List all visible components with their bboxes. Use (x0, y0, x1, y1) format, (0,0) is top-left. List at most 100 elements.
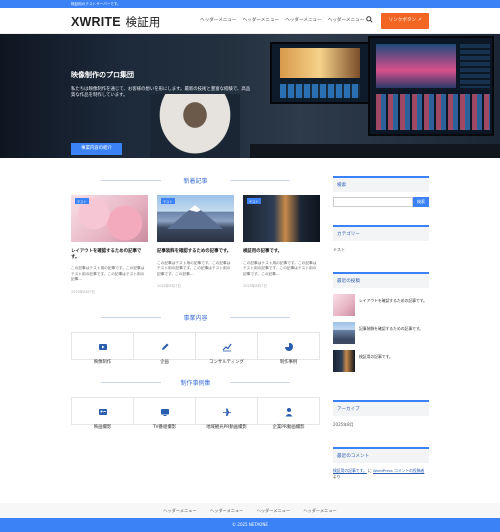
post-title[interactable]: レイアウトを確認するための記事です。 (71, 249, 148, 260)
section-works-title: 制作事例集 (71, 378, 320, 387)
widget-title: カテゴリー (333, 225, 429, 241)
sidebar-search: 検索 検索 (333, 176, 429, 207)
hero-monitor-timeline (280, 84, 360, 98)
works-label: 地域観光PR動画撮影 (206, 425, 247, 430)
hero-monitor-left-screen (280, 48, 360, 78)
pencil-icon (161, 343, 168, 350)
recent-post-title[interactable]: レイアウトを確認するための記事です。 (359, 294, 427, 316)
post-tag[interactable]: テスト (247, 198, 261, 204)
works-list: 映画撮影 TV番組撮影 地域観光PR動画撮影 企業PR動画撮影 (71, 397, 320, 430)
sidebar-recent-posts: 最近の投稿 レイアウトを確認するための記事です。 記事装飾を確認するための記事で… (333, 272, 429, 372)
business-list: 映像制作 企画 コンサルティング 制作事例 (71, 332, 320, 365)
post-excerpt: この記事はテスト用の記事です。この記事はテスト用の記事です。この記事はテスト用の… (157, 260, 231, 276)
recent-post-title[interactable]: 記事装飾を確認するための記事です。 (359, 322, 423, 344)
person-icon (285, 408, 292, 417)
hero-slider: 映像制作のプロ集団 私たちは映像制作を通じて、お客様の想いを形にします。最新の技… (0, 34, 500, 158)
comment-author-link[interactable]: WordPress コメントの投稿者 (373, 468, 424, 473)
post-date: 2025年8月7日 (71, 289, 95, 294)
post-title[interactable]: 検証用の記事です。 (243, 249, 320, 255)
post-list: テスト レイアウトを確認するための記事です。 この記事はテスト用の記事です。この… (71, 195, 320, 295)
post-date: 2025年8月7日 (157, 284, 181, 289)
hero-button[interactable]: 事業内容の紹介 (71, 143, 122, 155)
works-item[interactable]: 企業PR動画撮影 (258, 398, 319, 430)
site-logo[interactable]: XWRITE 検証用 (71, 14, 161, 30)
widget-title: 最近のコメント (333, 447, 429, 463)
airplane-icon (222, 408, 231, 416)
recent-post[interactable]: 記事装飾を確認するための記事です。 (333, 322, 429, 344)
post-thumbnail-cherry[interactable]: テスト (71, 195, 148, 242)
post-excerpt: この記事はテスト用の記事です。この記事はテスト用の記事です。この記事はテスト用の… (71, 266, 145, 282)
post-date: 2025年8月7日 (243, 284, 267, 289)
works-label: 映画撮影 (93, 425, 112, 430)
line-chart-icon (222, 343, 231, 352)
hero-desk (250, 144, 500, 158)
post-excerpt: この記事はテスト用の記事です。この記事はテスト用の記事です。この記事はテスト用の… (243, 260, 317, 276)
works-item[interactable]: 映画撮影 (72, 398, 134, 430)
footer-nav-item[interactable]: ヘッダーメニュー (163, 508, 196, 513)
logo-main: XWRITE (71, 15, 121, 29)
post-card[interactable]: テスト 検証用の記事です。 この記事はテスト用の記事です。この記事はテスト用の記… (243, 195, 320, 295)
works-label: 企業PR動画撮影 (272, 425, 305, 430)
header-nav: ヘッダーメニュー ヘッダーメニュー ヘッダーメニュー ヘッダーメニュー (200, 17, 364, 23)
comment-post-link[interactable]: 検証用の記事です。 (333, 468, 367, 473)
pie-chart-icon (284, 343, 293, 351)
post-card[interactable]: テスト レイアウトを確認するための記事です。 この記事はテスト用の記事です。この… (71, 195, 148, 295)
sidebar-categories: カテゴリー テスト (333, 225, 429, 253)
footer-nav: ヘッダーメニュー ヘッダーメニュー ヘッダーメニュー ヘッダーメニュー (0, 503, 500, 518)
nav-item[interactable]: ヘッダーメニュー (285, 17, 322, 23)
video-icon (98, 344, 107, 350)
site-notice-bar: 検証用のテストサーバーです。 (0, 0, 500, 8)
widget-title: アーカイブ (333, 400, 429, 416)
business-item[interactable]: 映像制作 (72, 333, 134, 365)
footer-nav-item[interactable]: ヘッダーメニュー (210, 508, 243, 513)
recent-post-thumb[interactable] (333, 350, 355, 372)
post-thumbnail-editing[interactable]: テスト (243, 195, 320, 242)
recent-comment: 検証用の記事です。 に WordPress コメントの投稿者 より (333, 468, 429, 479)
business-item[interactable]: 制作事例 (258, 333, 319, 365)
copyright: © 2025 NETAONE (0, 518, 500, 532)
nav-item[interactable]: ヘッダーメニュー (243, 17, 280, 23)
recent-post-thumb[interactable] (333, 294, 355, 316)
tv-icon (160, 409, 169, 416)
business-label: 映像制作 (93, 360, 112, 365)
site-header: XWRITE 検証用 ヘッダーメニュー ヘッダーメニュー ヘッダーメニュー ヘッ… (0, 8, 500, 34)
business-item[interactable]: コンサルティング (196, 333, 258, 365)
sidebar-comments: 最近のコメント 検証用の記事です。 に WordPress コメントの投稿者 よ… (333, 447, 429, 479)
post-card[interactable]: テスト 記事装飾を確認するための記事です。 この記事はテスト用の記事です。この記… (157, 195, 234, 295)
recent-post-title[interactable]: 検証用の記事です。 (359, 350, 393, 372)
sidebar-archive: アーカイブ 2025年8月 (333, 400, 429, 428)
business-label: コンサルティング (209, 360, 244, 365)
nav-item[interactable]: ヘッダーメニュー (200, 17, 237, 23)
recent-post-thumb[interactable] (333, 322, 355, 344)
widget-title: 検索 (333, 176, 429, 192)
search-input[interactable] (333, 197, 413, 207)
section-business-title: 事業内容 (71, 313, 320, 322)
business-label: 企画 (160, 360, 169, 365)
link-button[interactable]: リンクボタン ↗ (381, 13, 429, 29)
hero-description: 私たちは映像制作を通じて、お客様の想いを形にします。最新の技術と豊富な経験で、高… (71, 87, 251, 98)
recent-post[interactable]: 検証用の記事です。 (333, 350, 429, 372)
hero-monitor-right-panel (460, 44, 490, 88)
nav-item[interactable]: ヘッダーメニュー (328, 17, 365, 23)
category-item[interactable]: テスト (333, 247, 429, 253)
archive-item[interactable]: 2025年8月 (333, 422, 429, 428)
works-item[interactable]: TV番組撮影 (134, 398, 196, 430)
works-item[interactable]: 地域観光PR動画撮影 (196, 398, 258, 430)
footer-nav-item[interactable]: ヘッダーメニュー (303, 508, 336, 513)
post-thumbnail-fuji[interactable]: テスト (157, 195, 234, 242)
section-news-title: 新着記事 (71, 176, 320, 185)
post-title[interactable]: 記事装飾を確認するための記事です。 (157, 249, 234, 255)
logo-sub: 検証用 (125, 17, 161, 29)
hero-person (150, 94, 240, 158)
search-icon[interactable] (366, 16, 373, 23)
business-label: 制作事例 (279, 360, 298, 365)
post-tag[interactable]: テスト (161, 198, 175, 204)
id-card-icon (98, 409, 107, 415)
post-tag[interactable]: テスト (75, 198, 89, 204)
search-button[interactable]: 検索 (413, 197, 429, 207)
works-label: TV番組撮影 (152, 425, 177, 430)
widget-title: 最近の投稿 (333, 272, 429, 288)
recent-post[interactable]: レイアウトを確認するための記事です。 (333, 294, 429, 316)
business-item[interactable]: 企画 (134, 333, 196, 365)
footer-nav-item[interactable]: ヘッダーメニュー (257, 508, 290, 513)
